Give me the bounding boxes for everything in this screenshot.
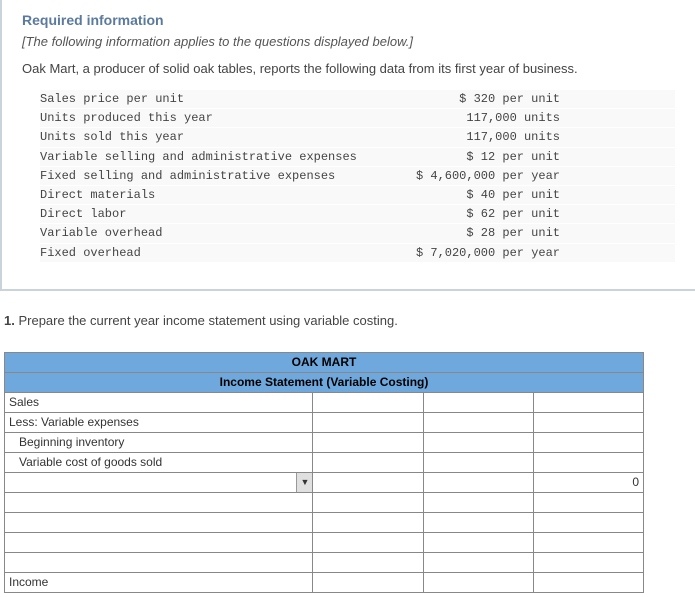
chevron-down-icon[interactable]: ▼: [296, 473, 312, 492]
data-label: Fixed overhead: [40, 244, 370, 262]
data-row: Units produced this year 117,000 units: [40, 109, 675, 128]
cell-input[interactable]: [533, 412, 643, 432]
cell-input[interactable]: [313, 412, 423, 432]
question-text: 1. Prepare the current year income state…: [4, 313, 675, 328]
data-value: 117,000 units: [370, 109, 560, 127]
data-row: Direct labor $ 62 per unit: [40, 205, 675, 224]
data-label: Direct materials: [40, 186, 370, 204]
cell-input[interactable]: [313, 472, 423, 492]
data-row: Fixed selling and administrative expense…: [40, 167, 675, 186]
intro-text: Oak Mart, a producer of solid oak tables…: [22, 61, 675, 76]
cell-input[interactable]: [533, 552, 643, 572]
data-value: $ 7,020,000 per year: [370, 244, 560, 262]
cell-input[interactable]: [533, 452, 643, 472]
row-sales-label[interactable]: Sales: [5, 392, 313, 412]
cell-input[interactable]: [313, 512, 423, 532]
cell-input[interactable]: [423, 472, 533, 492]
table-title-company: OAK MART: [5, 352, 644, 372]
data-value: $ 28 per unit: [370, 224, 560, 242]
cell-input[interactable]: [533, 532, 643, 552]
data-row: Variable overhead $ 28 per unit: [40, 224, 675, 243]
data-label: Sales price per unit: [40, 90, 370, 108]
data-row: Direct materials $ 40 per unit: [40, 186, 675, 205]
row-empty-label[interactable]: [5, 552, 313, 572]
info-note: [The following information applies to th…: [22, 34, 675, 49]
income-statement-table: OAK MART Income Statement (Variable Cost…: [4, 352, 644, 593]
data-row: Fixed overhead $ 7,020,000 per year: [40, 244, 675, 263]
data-value: $ 320 per unit: [370, 90, 560, 108]
row-sales-value3[interactable]: [533, 392, 643, 412]
question-body: Prepare the current year income statemen…: [18, 313, 397, 328]
data-label: Units produced this year: [40, 109, 370, 127]
row-variable-cogs-label[interactable]: Variable cost of goods sold: [5, 452, 313, 472]
cell-input[interactable]: [533, 572, 643, 592]
data-label: Units sold this year: [40, 128, 370, 146]
cell-input[interactable]: [313, 492, 423, 512]
data-row: Units sold this year 117,000 units: [40, 128, 675, 147]
cell-input[interactable]: [423, 552, 533, 572]
row-sales-value2[interactable]: [423, 392, 533, 412]
cell-input[interactable]: [533, 432, 643, 452]
cell-input[interactable]: [423, 412, 533, 432]
row-income-label[interactable]: Income: [5, 572, 313, 592]
data-row: Variable selling and administrative expe…: [40, 148, 675, 167]
row-less-variable-label[interactable]: Less: Variable expenses: [5, 412, 313, 432]
question-number: 1.: [4, 313, 15, 328]
data-label: Direct labor: [40, 205, 370, 223]
cell-input[interactable]: [423, 492, 533, 512]
data-label: Fixed selling and administrative expense…: [40, 167, 370, 185]
row-dropdown-select[interactable]: ▼: [5, 472, 313, 492]
table-title-statement: Income Statement (Variable Costing): [5, 372, 644, 392]
row-sales-value1[interactable]: [313, 392, 423, 412]
cell-input[interactable]: [313, 552, 423, 572]
required-information-heading: Required information: [22, 12, 675, 28]
cell-input[interactable]: [313, 432, 423, 452]
cell-input[interactable]: [533, 492, 643, 512]
row-beginning-inventory-label[interactable]: Beginning inventory: [5, 432, 313, 452]
data-value: $ 40 per unit: [370, 186, 560, 204]
cell-input[interactable]: [423, 572, 533, 592]
cell-input[interactable]: [313, 532, 423, 552]
cell-computed-zero: 0: [533, 472, 643, 492]
row-empty-label[interactable]: [5, 492, 313, 512]
cell-input[interactable]: [423, 452, 533, 472]
cell-input[interactable]: [423, 432, 533, 452]
data-value: $ 62 per unit: [370, 205, 560, 223]
data-label: Variable overhead: [40, 224, 370, 242]
cell-input[interactable]: [533, 512, 643, 532]
cell-input[interactable]: [313, 452, 423, 472]
data-value: $ 4,600,000 per year: [370, 167, 560, 185]
data-label: Variable selling and administrative expe…: [40, 148, 370, 166]
data-value: 117,000 units: [370, 128, 560, 146]
data-block: Sales price per unit $ 320 per unit Unit…: [40, 90, 675, 263]
row-empty-label[interactable]: [5, 512, 313, 532]
row-empty-label[interactable]: [5, 532, 313, 552]
cell-input[interactable]: [423, 512, 533, 532]
data-value: $ 12 per unit: [370, 148, 560, 166]
data-row: Sales price per unit $ 320 per unit: [40, 90, 675, 109]
cell-input[interactable]: [423, 532, 533, 552]
cell-spacer: [313, 572, 423, 592]
